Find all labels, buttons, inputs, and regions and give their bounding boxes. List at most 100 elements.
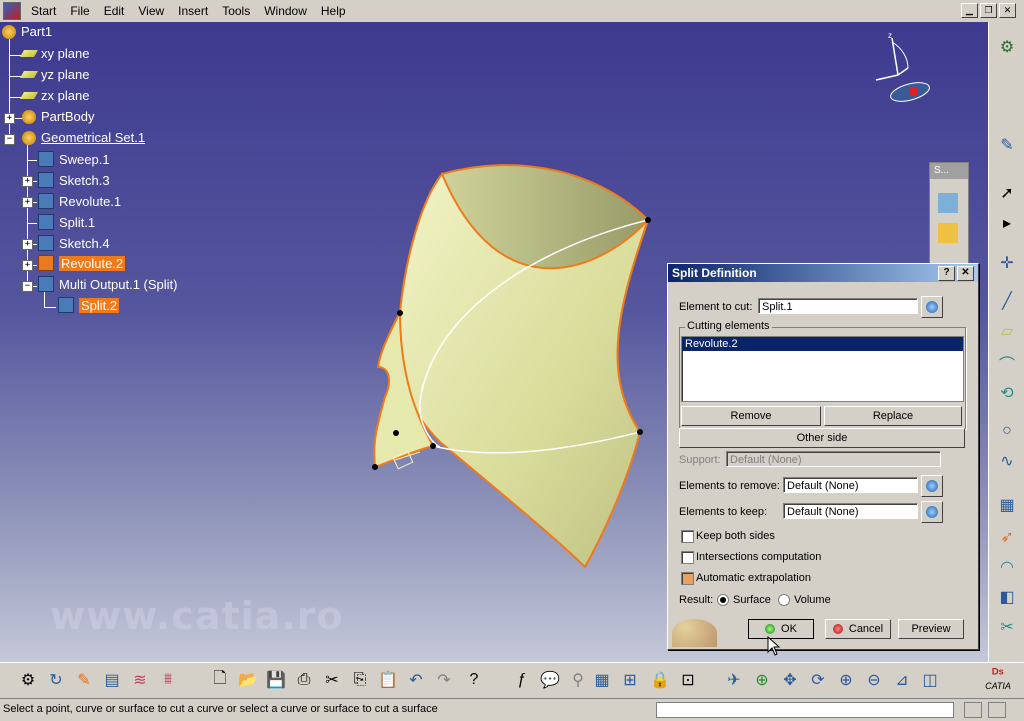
update-icon[interactable]: ↻ <box>44 669 68 691</box>
workbench-icon[interactable]: ⚙ <box>995 36 1019 58</box>
collapse-geoset[interactable]: − <box>4 134 15 145</box>
table-icon[interactable]: ▦ <box>590 669 614 691</box>
catalog-icon[interactable]: ⚙ <box>16 669 40 691</box>
instantiate-icon[interactable]: ⊡ <box>676 669 700 691</box>
list-item[interactable]: Revolute.2 <box>682 337 963 351</box>
intersection-icon[interactable]: ⟲ <box>995 382 1019 404</box>
analysis-icon[interactable]: ▤ <box>100 669 124 691</box>
elements-to-keep-field[interactable]: Default (None) <box>783 503 918 519</box>
expand-sketch4[interactable]: + <box>22 239 33 250</box>
fly-mode-icon[interactable]: ✈ <box>722 669 746 691</box>
tree-item-revolute1[interactable]: Revolute.1 <box>38 193 121 209</box>
comment-icon[interactable]: 💬 <box>538 669 562 691</box>
fill-icon[interactable]: ◠ <box>995 556 1019 578</box>
menu-file[interactable]: File <box>64 2 95 20</box>
tree-item-geometrical-set[interactable]: Geometrical Set.1 <box>22 130 145 145</box>
close-icon[interactable]: ✕ <box>999 3 1016 18</box>
other-side-button[interactable]: Other side <box>679 428 965 448</box>
tree-root-part1[interactable]: Part1 <box>2 24 52 39</box>
tree-item-revolute2[interactable]: Revolute.2 <box>38 255 126 271</box>
tree-item-split2[interactable]: Split.2 <box>58 297 120 313</box>
whats-this-icon[interactable]: ? <box>462 669 486 691</box>
compass-icon[interactable]: z <box>868 30 938 110</box>
redo-icon[interactable]: ↷ <box>432 669 456 691</box>
open-file-icon[interactable]: 📂 <box>236 669 260 691</box>
remove-button[interactable]: Remove <box>681 406 821 426</box>
tree-item-split1[interactable]: Split.1 <box>38 214 95 230</box>
menu-view[interactable]: View <box>132 2 170 20</box>
tree-item-yz-plane[interactable]: yz plane <box>19 67 89 82</box>
extrude-icon[interactable]: ◧ <box>995 586 1019 608</box>
element-to-cut-picker-button[interactable] <box>921 296 943 318</box>
cutting-elements-list[interactable]: Revolute.2 <box>681 336 964 402</box>
point-icon[interactable]: ✛ <box>995 252 1019 274</box>
cut-icon[interactable]: ✂ <box>320 669 344 691</box>
tree-item-sketch4[interactable]: Sketch.4 <box>38 235 110 251</box>
fit-all-icon[interactable]: ⊕ <box>750 669 774 691</box>
surface-icon[interactable]: ▦ <box>995 494 1019 516</box>
views-icon[interactable]: ◫ <box>918 669 942 691</box>
copy-icon[interactable]: ⎘ <box>348 669 372 691</box>
cancel-button[interactable]: Cancel <box>825 619 891 639</box>
expand-revolute1[interactable]: + <box>22 197 33 208</box>
menu-edit[interactable]: Edit <box>98 2 131 20</box>
intersections-computation-checkbox[interactable] <box>681 551 694 564</box>
line-icon[interactable]: ╱ <box>995 290 1019 312</box>
tree-item-sweep1[interactable]: Sweep.1 <box>38 151 110 167</box>
knowledge-icon[interactable]: ⊞ <box>618 669 642 691</box>
curvature-icon[interactable]: ≋ <box>128 669 152 691</box>
app-icon[interactable] <box>3 2 21 20</box>
plane-tool-icon[interactable]: ▱ <box>995 320 1019 342</box>
zoom-out-icon[interactable]: ⊖ <box>862 669 886 691</box>
zoom-in-icon[interactable]: ⊕ <box>834 669 858 691</box>
tree-item-zx-plane[interactable]: zx plane <box>19 88 89 103</box>
tree-item-sketch3[interactable]: Sketch.3 <box>38 172 110 188</box>
replace-button[interactable]: Replace <box>824 406 962 426</box>
select-icon[interactable]: ➚ <box>995 182 1019 204</box>
expand-sketch3[interactable]: + <box>22 176 33 187</box>
menu-start[interactable]: Start <box>25 2 62 20</box>
preview-button[interactable]: Preview <box>898 619 964 639</box>
elements-to-remove-field[interactable]: Default (None) <box>783 477 918 493</box>
expand-revolute2[interactable]: + <box>22 260 33 271</box>
restore-icon[interactable]: ❐ <box>980 3 997 18</box>
lock-icon[interactable]: 🔒 <box>648 669 672 691</box>
spline-icon[interactable]: ∿ <box>995 450 1019 472</box>
circle-icon[interactable]: ○ <box>995 420 1019 442</box>
print-icon[interactable]: ⎙ <box>292 669 316 691</box>
dialog-close-button[interactable]: ✕ <box>957 266 974 281</box>
normal-view-icon[interactable]: ⊿ <box>890 669 914 691</box>
save-icon[interactable]: 💾 <box>264 669 288 691</box>
elements-to-keep-picker-button[interactable] <box>921 501 943 523</box>
sweep-tool-icon[interactable]: ➶ <box>995 526 1019 548</box>
surface-radio[interactable] <box>717 594 729 606</box>
element-to-cut-field[interactable]: Split.1 <box>758 298 918 314</box>
minimize-icon[interactable]: ▁ <box>961 3 978 18</box>
elements-to-remove-picker-button[interactable] <box>921 475 943 497</box>
menu-help[interactable]: Help <box>315 2 352 20</box>
command-input[interactable] <box>656 702 954 718</box>
keep-both-sides-checkbox[interactable] <box>681 530 694 543</box>
rotate-icon[interactable]: ⟳ <box>806 669 830 691</box>
automatic-extrapolation-checkbox[interactable] <box>681 572 694 585</box>
menu-window[interactable]: Window <box>258 2 313 20</box>
projection-icon[interactable]: ⌒ <box>995 352 1019 374</box>
sketcher-icon[interactable]: ✎ <box>995 134 1019 156</box>
expand-partbody[interactable]: + <box>4 113 15 124</box>
tree-item-partbody[interactable]: PartBody <box>22 109 94 124</box>
split-tool-icon[interactable]: ✂ <box>995 616 1019 638</box>
sketch-tool-icon[interactable] <box>938 193 958 213</box>
new-file-icon[interactable]: 🗋 <box>208 669 232 691</box>
more-tools-icon[interactable]: ▸ <box>995 212 1019 234</box>
collapse-multioutput[interactable]: − <box>22 281 33 292</box>
volume-radio[interactable] <box>778 594 790 606</box>
status-button-1[interactable] <box>964 702 982 718</box>
formula-icon[interactable]: ƒ <box>510 669 534 691</box>
undo-icon[interactable]: ↶ <box>404 669 428 691</box>
sketch-tool-icon[interactable]: ✎ <box>72 669 96 691</box>
menu-insert[interactable]: Insert <box>172 2 214 20</box>
paste-icon[interactable]: 📋 <box>376 669 400 691</box>
pan-icon[interactable]: ✥ <box>778 669 802 691</box>
draft-analysis-icon[interactable]: ⩩ <box>156 669 180 691</box>
menu-tools[interactable]: Tools <box>216 2 256 20</box>
